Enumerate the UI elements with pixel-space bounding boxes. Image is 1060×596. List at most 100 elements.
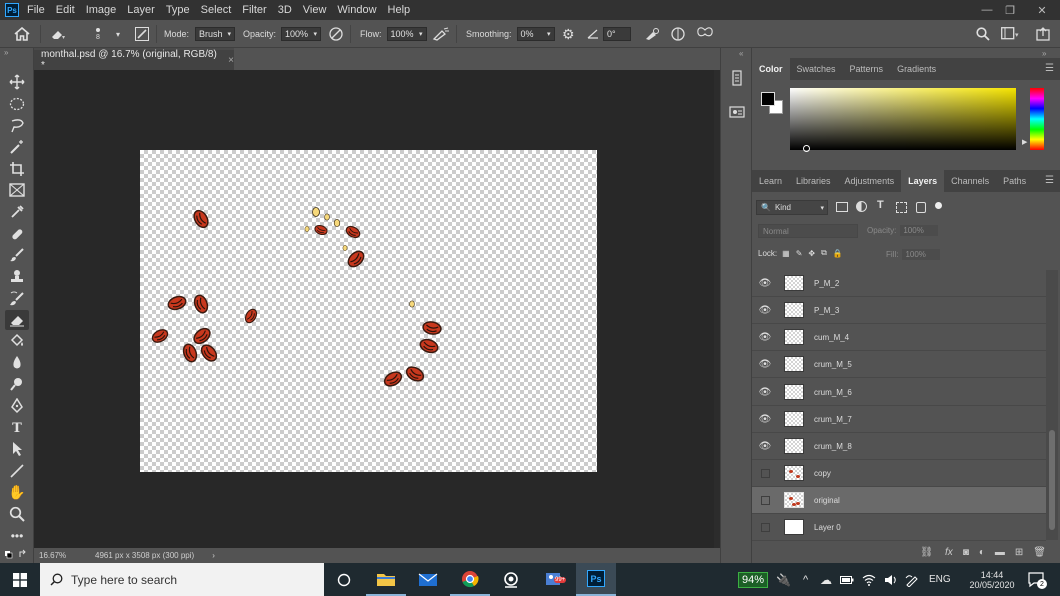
brush-settings-icon[interactable]: [135, 20, 149, 48]
pressure-size-icon[interactable]: [644, 20, 660, 48]
share-icon[interactable]: [1036, 20, 1050, 48]
filter-type-icon[interactable]: T: [877, 199, 884, 211]
lock-all-icon[interactable]: 🔒: [833, 249, 843, 258]
hand-tool-icon[interactable]: ✋: [5, 482, 29, 502]
collapse-panels-icon[interactable]: »: [1042, 49, 1046, 58]
close-icon[interactable]: ✕: [1030, 0, 1054, 20]
visibility-toggle[interactable]: [752, 468, 778, 478]
clone-stamp-tool-icon[interactable]: [5, 267, 29, 287]
layer-opacity-value[interactable]: 100%: [900, 225, 939, 236]
marquee-tool-icon[interactable]: [5, 94, 29, 114]
photoshop-taskbar-icon[interactable]: Ps: [576, 563, 616, 596]
fill-value[interactable]: 100%: [902, 249, 941, 260]
eraser-tool-icon[interactable]: [5, 310, 29, 330]
volume-icon[interactable]: [884, 563, 898, 596]
visibility-toggle[interactable]: [752, 522, 778, 532]
flow-field[interactable]: 100% ▾: [386, 27, 427, 41]
airbrush-icon[interactable]: [432, 20, 450, 48]
collapse-toolbar-icon[interactable]: »: [4, 48, 8, 57]
more-tools-icon[interactable]: •••: [5, 526, 29, 546]
layer-row[interactable]: 👁 crum_M_5: [752, 351, 1046, 378]
tab-adjustments[interactable]: Adjustments: [838, 170, 902, 192]
power-plug-icon[interactable]: 🔌: [776, 573, 791, 587]
clock[interactable]: 14:44 20/05/2020: [962, 563, 1022, 596]
line-tool-icon[interactable]: [5, 461, 29, 481]
opacity-field[interactable]: 100% ▾: [281, 27, 322, 41]
swap-colors-icon[interactable]: [4, 548, 30, 560]
brush-tool-icon[interactable]: [5, 245, 29, 265]
workspace-icon[interactable]: ▾: [1001, 20, 1021, 48]
filter-pixel-icon[interactable]: [836, 202, 848, 212]
hue-slider[interactable]: [1030, 88, 1044, 150]
layer-row[interactable]: Layer 0: [752, 514, 1046, 541]
frame-tool-icon[interactable]: [5, 180, 29, 200]
lock-position-icon[interactable]: ✥: [808, 249, 815, 258]
tab-paths[interactable]: Paths: [996, 170, 1033, 192]
zoom-level[interactable]: 16.67%: [39, 551, 89, 560]
mail-icon[interactable]: [408, 563, 448, 596]
add-mask-icon[interactable]: ◙: [963, 547, 969, 558]
tab-layers[interactable]: Layers: [901, 170, 945, 192]
symmetry-options-icon[interactable]: [670, 20, 686, 48]
image-canvas[interactable]: [140, 150, 597, 472]
tab-color[interactable]: Color: [752, 58, 790, 80]
menu-type[interactable]: Type: [166, 4, 190, 16]
battery-icon[interactable]: [840, 563, 854, 596]
tab-libraries[interactable]: Libraries: [789, 170, 838, 192]
show-hidden-icons-icon[interactable]: ^: [803, 563, 808, 596]
input-language[interactable]: ENG: [929, 563, 951, 596]
mode-select[interactable]: Brush ▾: [195, 27, 236, 41]
menu-select[interactable]: Select: [201, 4, 232, 16]
layer-row[interactable]: 👁 P_M_2: [752, 270, 1046, 297]
butterfly-symmetry-icon[interactable]: [696, 20, 714, 48]
menu-file[interactable]: File: [27, 4, 45, 16]
search-icon[interactable]: [976, 20, 990, 48]
history-panel-icon[interactable]: [729, 70, 745, 86]
path-selection-tool-icon[interactable]: [5, 439, 29, 459]
color-panel-menu-icon[interactable]: ☰: [1045, 63, 1054, 74]
menu-edit[interactable]: Edit: [56, 4, 75, 16]
healing-brush-tool-icon[interactable]: [5, 224, 29, 244]
scroll-thumb[interactable]: [1049, 430, 1055, 530]
layer-row[interactable]: 👁 P_M_3: [752, 297, 1046, 324]
crop-tool-icon[interactable]: [5, 159, 29, 179]
color-picker-field[interactable]: [790, 88, 1016, 152]
pressure-opacity-icon[interactable]: [328, 20, 344, 48]
properties-panel-icon[interactable]: [729, 104, 745, 120]
link-layers-icon[interactable]: ⛓: [920, 547, 933, 558]
collapse-icon[interactable]: «: [739, 49, 743, 58]
menu-view[interactable]: View: [303, 4, 327, 16]
layers-panel-menu-icon[interactable]: ☰: [1045, 175, 1054, 186]
blend-mode-select[interactable]: Normal: [758, 224, 858, 238]
lock-image-icon[interactable]: ✎: [796, 249, 803, 258]
eraser-preset-icon[interactable]: ▾: [50, 20, 66, 48]
layers-scrollbar[interactable]: [1046, 270, 1058, 540]
lock-transparent-icon[interactable]: ▦: [782, 249, 790, 258]
home-icon[interactable]: [14, 20, 30, 48]
status-menu-arrow[interactable]: ›: [212, 551, 215, 560]
tab-gradients[interactable]: Gradients: [890, 58, 943, 80]
move-tool-icon[interactable]: [5, 72, 29, 92]
layer-row-selected[interactable]: original: [752, 487, 1046, 514]
tab-channels[interactable]: Channels: [944, 170, 996, 192]
layer-row[interactable]: copy: [752, 460, 1046, 487]
camera-app-icon[interactable]: [492, 563, 532, 596]
eye-icon[interactable]: 👁: [752, 305, 778, 316]
eye-icon[interactable]: 👁: [752, 387, 778, 398]
file-explorer-icon[interactable]: [366, 563, 406, 596]
onedrive-cloud-icon[interactable]: ☁: [820, 563, 832, 596]
photos-app-icon[interactable]: 99+: [534, 563, 574, 596]
battery-percent[interactable]: 94%: [738, 571, 769, 588]
pen-tool-icon[interactable]: [5, 396, 29, 416]
dodge-tool-icon[interactable]: [5, 374, 29, 394]
chevron-down-icon[interactable]: ▾: [116, 20, 120, 48]
history-brush-tool-icon[interactable]: [5, 289, 29, 309]
lock-artboard-icon[interactable]: ⧉: [821, 248, 827, 258]
windows-start-icon[interactable]: [0, 563, 40, 596]
lasso-tool-icon[interactable]: [5, 116, 29, 136]
filter-shape-icon[interactable]: [896, 202, 907, 213]
pen-workspace-icon[interactable]: [905, 563, 919, 596]
tab-swatches[interactable]: Swatches: [790, 58, 843, 80]
layer-filter-kind-select[interactable]: 🔍 Kind ▾: [756, 200, 828, 215]
delete-layer-icon[interactable]: 🗑: [1033, 547, 1046, 558]
